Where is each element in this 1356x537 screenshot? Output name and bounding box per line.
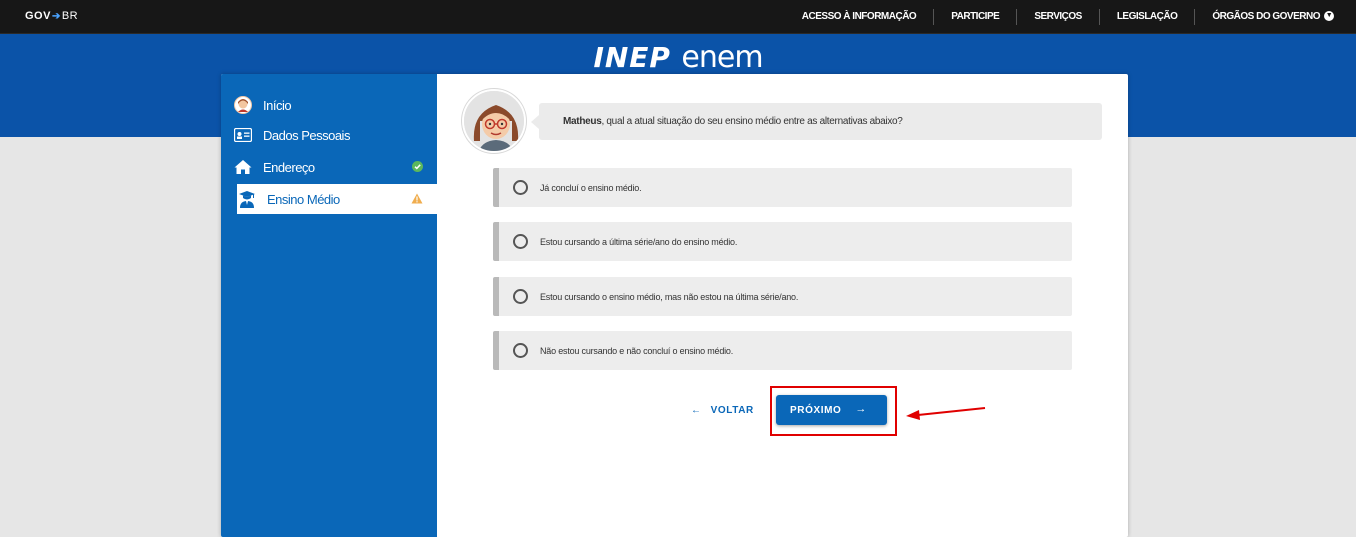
next-button-label: PRÓXIMO <box>790 404 842 416</box>
assistant-avatar-icon <box>464 91 524 151</box>
question-text: Matheus, qual a atual situação do seu en… <box>563 116 903 127</box>
question-body: , qual a atual situação do seu ensino mé… <box>601 116 903 127</box>
chevron-down-icon: ▼ <box>1324 11 1334 22</box>
option-cursando[interactable]: Estou cursando o ensino médio, mas não e… <box>493 277 1072 316</box>
option-label: Já concluí o ensino médio. <box>540 182 642 193</box>
user-avatar-icon <box>233 95 253 115</box>
question-bubble: Matheus, qual a atual situação do seu en… <box>531 103 1102 140</box>
user-name: Matheus <box>563 116 602 127</box>
link-legislacao[interactable]: LEGISLAÇÃO <box>1100 9 1196 25</box>
gov-arrow-icon: ➔ <box>51 10 61 22</box>
arrow-left-icon: ← <box>691 404 702 416</box>
link-servicos[interactable]: SERVIÇOS <box>1017 9 1100 25</box>
option-concluido[interactable]: Já concluí o ensino médio. <box>493 168 1072 207</box>
check-circle-icon <box>412 160 423 175</box>
sidebar-item-ensino-medio[interactable]: Ensino Médio <box>233 184 437 214</box>
next-button[interactable]: PRÓXIMO → <box>776 395 887 425</box>
sidebar-item-endereco[interactable]: Endereço <box>233 152 437 182</box>
back-button-label: VOLTAR <box>710 404 754 416</box>
sidebar-item-dados-pessoais[interactable]: Dados Pessoais <box>233 120 437 150</box>
sidebar: Início Dados Pessoais Endereço Ensino Mé… <box>221 74 437 537</box>
sidebar-item-label: Início <box>263 97 292 113</box>
gov-nav: ACESSO À INFORMAÇÃO PARTICIPE SERVIÇOS L… <box>785 0 1336 34</box>
option-ultima-serie[interactable]: Estou cursando a última série/ano do ens… <box>493 222 1072 261</box>
option-label: Estou cursando o ensino médio, mas não e… <box>540 291 799 302</box>
radio-button[interactable] <box>513 289 528 304</box>
inep-enem-logo: INEP enem <box>0 40 1356 75</box>
inep-logo-text: INEP <box>593 41 671 74</box>
enem-logo-text: enem <box>681 40 763 75</box>
main-content: Matheus, qual a atual situação do seu en… <box>437 74 1128 537</box>
sidebar-item-label: Endereço <box>263 159 315 175</box>
radio-button[interactable] <box>513 234 528 249</box>
graduate-icon <box>237 189 257 209</box>
assistant-avatar <box>462 89 526 153</box>
warning-icon <box>411 192 423 207</box>
gov-br-logo[interactable]: GOV ➔ BR <box>25 10 78 22</box>
gov-bar: GOV ➔ BR ACESSO À INFORMAÇÃO PARTICIPE S… <box>0 0 1356 34</box>
sidebar-item-label: Dados Pessoais <box>263 127 350 143</box>
link-orgaos-label: ÓRGÃOS DO GOVERNO <box>1212 11 1320 22</box>
sidebar-item-inicio[interactable]: Início <box>233 90 437 120</box>
link-acesso-informacao[interactable]: ACESSO À INFORMAÇÃO <box>785 9 935 25</box>
gov-logo-text: GOV <box>25 10 51 22</box>
option-nao-cursando[interactable]: Não estou cursando e não concluí o ensin… <box>493 331 1072 370</box>
back-button[interactable]: ← VOLTAR <box>691 402 754 418</box>
option-label: Não estou cursando e não concluí o ensin… <box>540 345 734 356</box>
radio-button[interactable] <box>513 180 528 195</box>
link-participe[interactable]: PARTICIPE <box>934 9 1018 25</box>
option-label: Estou cursando a última série/ano do ens… <box>540 236 738 247</box>
sidebar-item-label: Ensino Médio <box>267 191 340 207</box>
id-card-icon <box>233 125 253 145</box>
link-orgaos-governo[interactable]: ÓRGÃOS DO GOVERNO ▼ <box>1195 9 1336 25</box>
br-logo-text: BR <box>61 10 79 22</box>
form-card: Início Dados Pessoais Endereço Ensino Mé… <box>221 74 1128 537</box>
red-annotation-arrow-icon <box>906 407 986 420</box>
home-icon <box>233 157 253 177</box>
radio-button[interactable] <box>513 343 528 358</box>
arrow-right-icon: → <box>855 403 867 415</box>
